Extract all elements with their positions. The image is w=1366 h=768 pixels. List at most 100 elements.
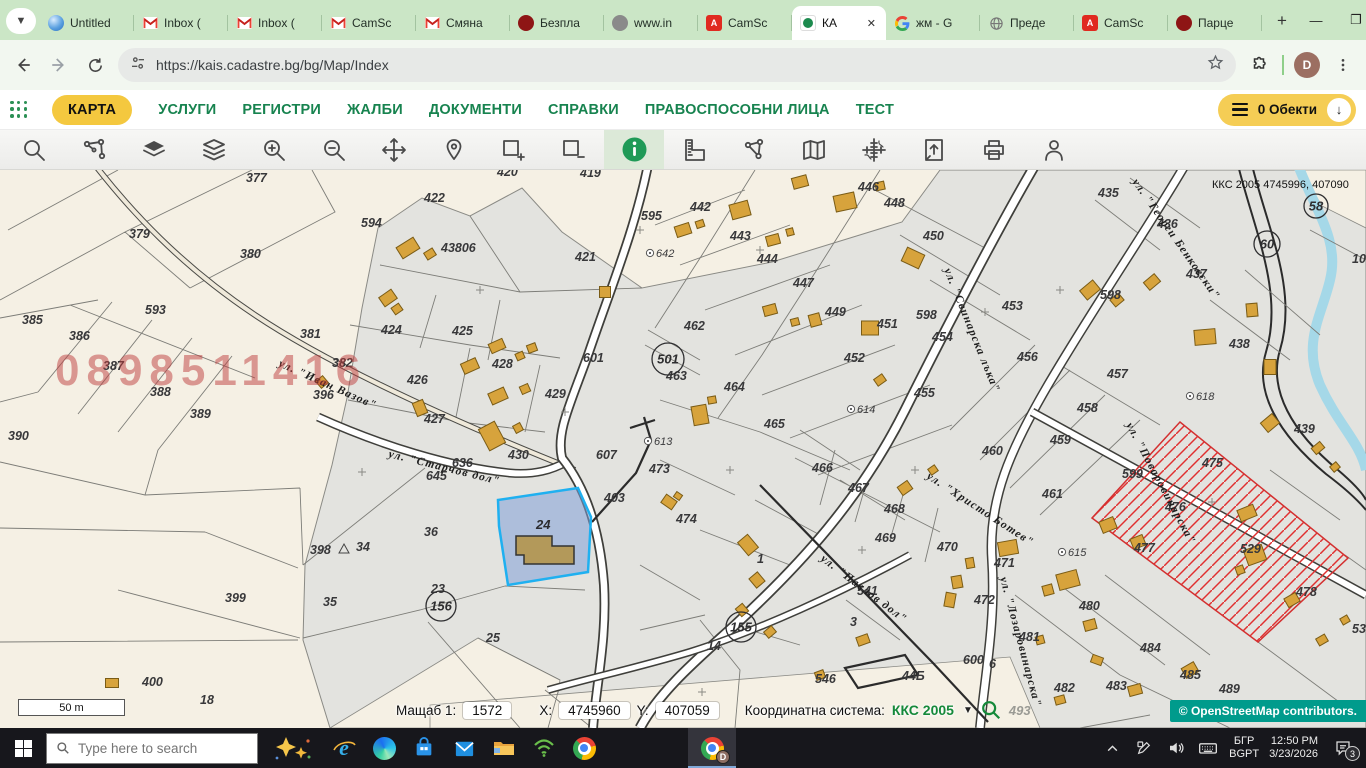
tool-axes[interactable] (844, 130, 904, 169)
taskbar-search[interactable] (46, 733, 258, 764)
map-canvas[interactable]: 6426136146156183773793803853863873883893… (0, 170, 1366, 728)
browser-tab-5[interactable]: Безпла (510, 6, 604, 40)
nav-item-тест[interactable]: ТЕСТ (856, 102, 894, 118)
notification-center-icon[interactable]: 3 (1328, 739, 1358, 757)
browser-tab-7[interactable]: A CamSc (698, 6, 792, 40)
reload-button[interactable] (82, 52, 108, 78)
browser-tab-8[interactable]: КА✕ (792, 6, 886, 40)
tool-select-remove[interactable] (544, 130, 604, 169)
pen-input-icon[interactable] (1133, 740, 1155, 756)
building (944, 592, 956, 608)
tool-pan[interactable] (364, 130, 424, 169)
language-indicator[interactable]: БГРBGPT (1229, 735, 1259, 761)
parcel-label: 428 (491, 357, 513, 371)
mail-icon[interactable] (444, 728, 484, 768)
internet-explorer-icon[interactable]: e (324, 728, 364, 768)
parcel-label: 444 (756, 252, 778, 266)
menu-kebab-icon[interactable] (1330, 52, 1356, 78)
omnibox[interactable] (118, 48, 1236, 82)
browser-tab-9[interactable]: жм - G (886, 6, 980, 40)
tray-chevron-icon[interactable] (1101, 742, 1123, 755)
chrome-active-window[interactable]: D (688, 728, 736, 768)
nav-item-регистри[interactable]: РЕГИСТРИ (242, 102, 321, 118)
building (707, 396, 716, 404)
apps-grid-icon[interactable] (10, 101, 28, 119)
tab-title: CamSc (728, 16, 784, 30)
browser-tab-2[interactable]: Inbox ( (228, 6, 322, 40)
parcel-label: 480 (1078, 599, 1100, 613)
scale-value[interactable]: 1572 (463, 702, 511, 719)
taskbar-search-input[interactable] (78, 741, 228, 756)
pdf-icon: A (706, 15, 722, 31)
map-viewport[interactable]: 6426136146156183773793803853863873883893… (0, 170, 1366, 728)
new-tab-button[interactable]: + (1268, 7, 1296, 35)
parcel-label: 594 (361, 216, 382, 230)
copilot-sparkle-icon[interactable] (258, 728, 324, 768)
nav-item-жалби[interactable]: ЖАЛБИ (347, 102, 403, 118)
browser-tab-strip: ▼ UntitledInbox (Inbox (CamScСмянаБезпла… (0, 0, 1366, 40)
extensions-icon[interactable] (1246, 52, 1272, 78)
tool-map[interactable] (784, 130, 844, 169)
file-explorer-icon[interactable] (484, 728, 524, 768)
start-button[interactable] (0, 728, 46, 768)
keyboard-icon[interactable] (1197, 738, 1219, 758)
tool-location[interactable] (424, 130, 484, 169)
bookmark-star-icon[interactable] (1207, 54, 1224, 76)
tool-user[interactable] (1024, 130, 1084, 169)
parcel-label: 599 (1122, 467, 1143, 481)
browser-tab-11[interactable]: ACamSc (1074, 6, 1168, 40)
tab-close-icon[interactable]: ✕ (865, 17, 878, 30)
tool-print[interactable] (964, 130, 1024, 169)
browser-tab-4[interactable]: Смяна (416, 6, 510, 40)
nav-item-документи[interactable]: ДОКУМЕНТИ (429, 102, 522, 118)
tool-layers-filled[interactable] (124, 130, 184, 169)
crs-dropdown[interactable]: ККС 2005▼ (892, 702, 973, 718)
browser-tab-3[interactable]: CamSc (322, 6, 416, 40)
gmail-icon (236, 15, 252, 31)
site-info-icon[interactable] (130, 55, 146, 76)
map-search-icon[interactable] (980, 699, 1002, 721)
tool-info[interactable] (604, 130, 664, 169)
browser-tab-12[interactable]: Парце (1168, 6, 1262, 40)
parcel-label: 398 (310, 543, 331, 557)
wifi-icon[interactable] (524, 728, 564, 768)
parcel-label: 465 (763, 417, 786, 431)
parcel-label: 6 (989, 657, 997, 671)
nav-item-услуги[interactable]: УСЛУГИ (158, 102, 216, 118)
browser-tab-0[interactable]: Untitled (40, 6, 134, 40)
tab-search-button[interactable]: ▼ (6, 8, 36, 34)
tool-search[interactable] (4, 130, 64, 169)
nav-item-правоспособни лица[interactable]: ПРАВОСПОСОБНИ ЛИЦА (645, 102, 830, 118)
tool-route[interactable] (64, 130, 124, 169)
tool-zoom-out[interactable] (304, 130, 364, 169)
parcel-label: 473 (648, 462, 670, 476)
edge-icon[interactable] (364, 728, 404, 768)
browser-tab-6[interactable]: www.in (604, 6, 698, 40)
profile-avatar[interactable]: D (1294, 52, 1320, 78)
chrome-icon[interactable] (564, 728, 604, 768)
tool-select-add[interactable] (484, 130, 544, 169)
site-navigation: КАРТА УСЛУГИ РЕГИСТРИ ЖАЛБИ ДОКУМЕНТИ СПРАВКИ… (0, 90, 1366, 130)
parcel-label: 438 (1228, 337, 1250, 351)
back-button[interactable] (10, 52, 36, 78)
browser-tab-10[interactable]: Преде (980, 6, 1074, 40)
forward-button[interactable] (46, 52, 72, 78)
volume-icon[interactable] (1165, 739, 1187, 757)
minimize-button[interactable]: — (1296, 0, 1336, 40)
maximize-button[interactable]: ❐ (1336, 0, 1366, 40)
tool-zoom-in[interactable] (244, 130, 304, 169)
clock[interactable]: 12:50 PM3/23/2026 (1269, 735, 1318, 761)
tool-export[interactable] (904, 130, 964, 169)
tool-measure-area[interactable] (724, 130, 784, 169)
browser-tab-1[interactable]: Inbox ( (134, 6, 228, 40)
tool-layers[interactable] (184, 130, 244, 169)
store-icon[interactable] (404, 728, 444, 768)
nav-item-справки[interactable]: СПРАВКИ (548, 102, 619, 118)
parcel-label: 420 (496, 170, 518, 179)
objects-button[interactable]: 0 Обекти ↓ (1218, 94, 1356, 126)
objects-count-label: 0 Обекти (1258, 102, 1317, 117)
tool-measure-length[interactable] (664, 130, 724, 169)
nav-item-карта[interactable]: КАРТА (52, 95, 132, 125)
url-field[interactable] (156, 57, 1197, 73)
parcel-label: 462 (683, 319, 705, 333)
